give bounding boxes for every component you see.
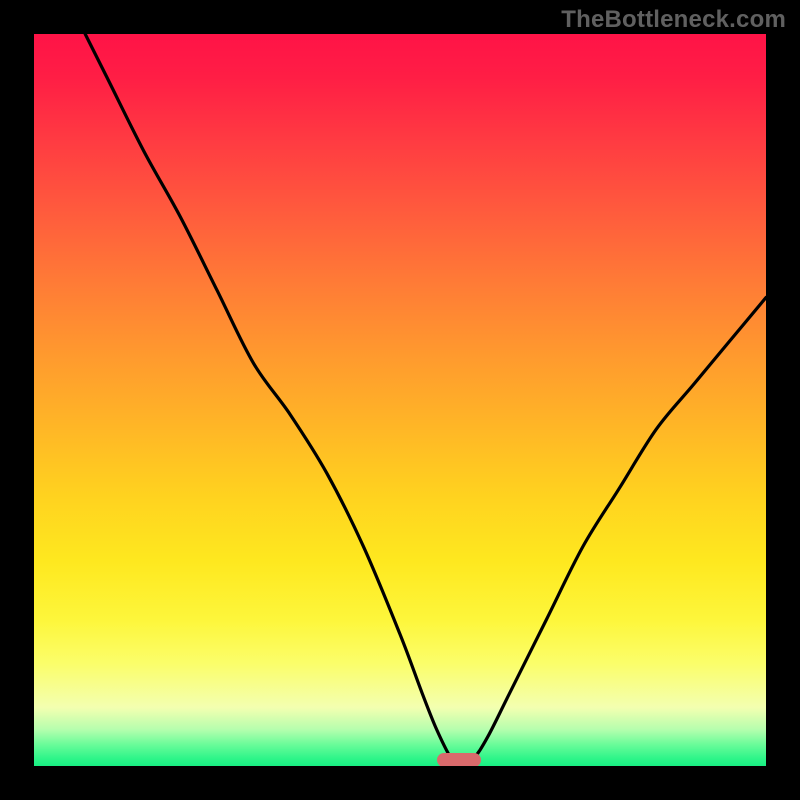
optimal-marker — [437, 753, 481, 766]
plot-area — [34, 34, 766, 766]
watermark-text: TheBottleneck.com — [561, 6, 786, 34]
bottleneck-curve — [34, 34, 766, 766]
chart-frame: TheBottleneck.com — [0, 0, 800, 800]
